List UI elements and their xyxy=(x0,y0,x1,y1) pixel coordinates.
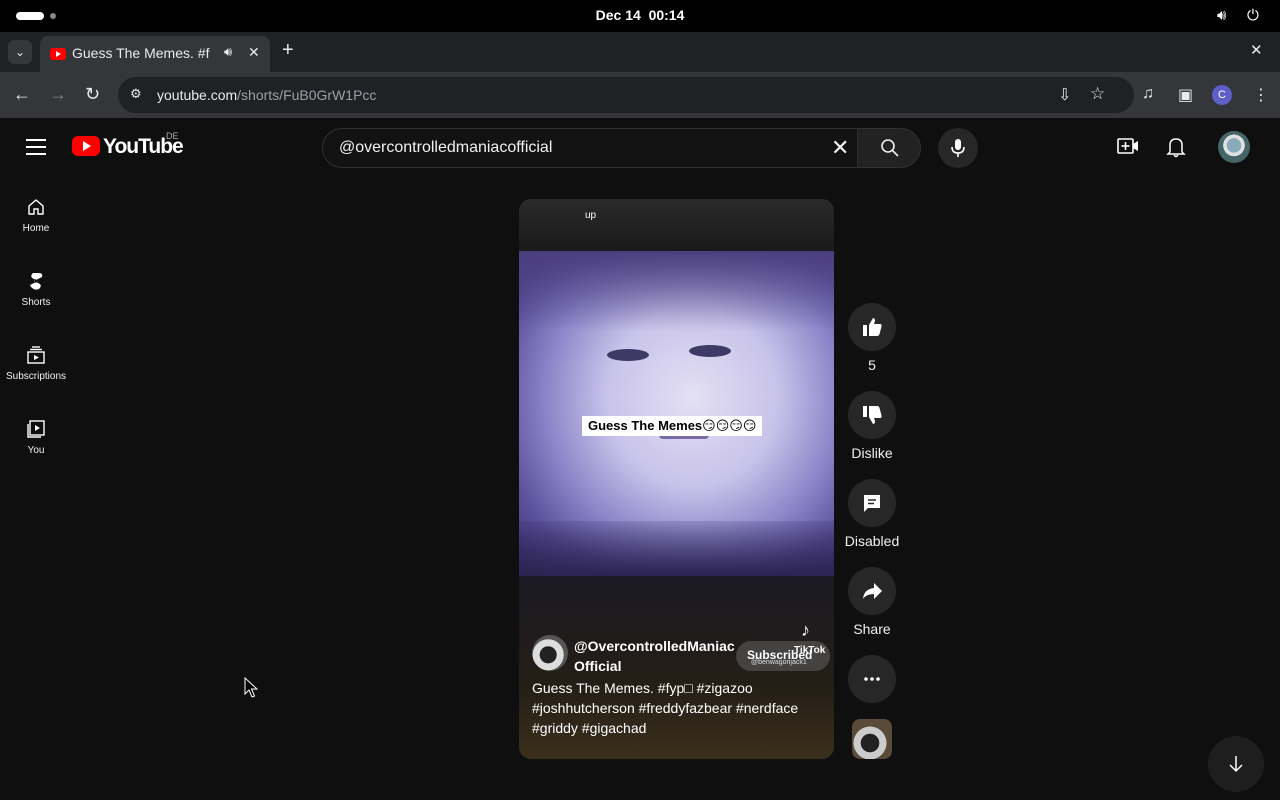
hamburger-menu-icon[interactable] xyxy=(26,139,46,155)
os-date: Dec 14 xyxy=(595,7,641,23)
dislike-label: Dislike xyxy=(851,445,893,461)
url-host: youtube.com xyxy=(157,87,238,103)
country-code: DE xyxy=(166,131,179,141)
volume-icon[interactable]: 🔊︎ xyxy=(1217,7,1226,24)
sidebar-item-subscriptions[interactable]: Subscriptions xyxy=(0,345,72,419)
media-controls-icon[interactable]: ♫ xyxy=(1142,85,1154,103)
install-app-icon[interactable]: ⇩ xyxy=(1058,85,1071,105)
video-caption: Guess The Memes😏😏😏😏 xyxy=(582,416,763,436)
youtube-logo-icon[interactable] xyxy=(72,136,100,156)
share-button[interactable] xyxy=(848,567,896,615)
more-actions-button[interactable] xyxy=(848,655,896,703)
site-info-tune-icon[interactable]: ⚙ xyxy=(130,86,142,102)
next-short-button[interactable] xyxy=(1208,736,1264,792)
browser-toolbar: ← → ↻ ⚙ youtube.com/shorts/FuB0GrW1Pcc ⇩… xyxy=(0,72,1280,118)
video-right-eye xyxy=(689,345,731,357)
sidebar-item-label: Home xyxy=(22,223,50,234)
search-button[interactable] xyxy=(857,128,921,168)
browser-tab-active[interactable]: Guess The Memes. #f 🔊︎ ✕ xyxy=(40,36,270,72)
tab-audio-speaker-icon[interactable]: 🔊︎ xyxy=(224,44,232,60)
channel-avatar[interactable] xyxy=(532,635,568,671)
sidebar-item-label: You xyxy=(27,445,45,456)
comments-button[interactable] xyxy=(848,479,896,527)
shorts-icon xyxy=(30,273,43,290)
comment-icon xyxy=(864,495,880,512)
tiktok-logo-icon: ♪ xyxy=(801,620,810,640)
sidebar-item-home[interactable]: Home xyxy=(0,197,72,271)
microphone-icon xyxy=(951,139,965,157)
video-collar xyxy=(519,521,834,576)
search-input[interactable]: @overcontrolledmaniacofficial xyxy=(339,139,552,157)
sidebar-item-you[interactable]: You xyxy=(0,419,72,493)
back-arrow-icon[interactable]: ← xyxy=(13,84,31,105)
address-bar[interactable]: ⚙ youtube.com/shorts/FuB0GrW1Pcc ⇩ ☆ xyxy=(118,77,1134,113)
sidebar-item-shorts[interactable]: Shorts xyxy=(0,271,72,345)
reload-icon[interactable]: ↻ xyxy=(85,84,100,105)
more-horizontal-icon xyxy=(864,677,880,681)
video-description[interactable]: Guess The Memes. #fyp□ #zigazoo #joshhut… xyxy=(532,678,822,738)
clear-search-icon[interactable]: ✕ xyxy=(831,135,849,161)
video-hair-shadow xyxy=(519,251,834,331)
url-text[interactable]: youtube.com/shorts/FuB0GrW1Pcc xyxy=(157,87,376,103)
search-icon xyxy=(881,139,899,157)
you-icon xyxy=(27,420,45,438)
search-box[interactable]: @overcontrolledmaniacofficial ✕ xyxy=(322,128,858,168)
browser-tab-strip: ⌄ Guess The Memes. #f 🔊︎ ✕ + ✕ xyxy=(0,32,1280,72)
tiktok-watermark: TikTok xyxy=(794,645,826,656)
window-close-icon[interactable]: ✕ xyxy=(1250,41,1263,59)
notifications-bell-icon[interactable] xyxy=(1166,136,1186,158)
share-label: Share xyxy=(853,621,891,637)
video-frame-face xyxy=(519,251,834,576)
subscriptions-icon xyxy=(27,346,45,364)
tab-search-chevron-icon[interactable]: ⌄ xyxy=(8,40,32,64)
youtube-header: YouTube DE @overcontrolledmaniacofficial… xyxy=(0,118,1280,176)
dislike-button[interactable] xyxy=(848,391,896,439)
account-avatar[interactable] xyxy=(1218,131,1250,163)
tiktok-watermark-user: @benwagonjack1 xyxy=(751,659,807,666)
thumbs-down-icon xyxy=(863,406,882,424)
share-arrow-icon xyxy=(863,583,882,599)
like-count: 5 xyxy=(868,357,876,373)
tab-close-icon[interactable]: ✕ xyxy=(248,44,260,61)
power-icon[interactable]: ⏻ xyxy=(1247,7,1259,24)
sidebar-item-label: Subscriptions xyxy=(5,371,67,382)
os-top-bar: Dec 14 00:14 🔊︎ ⏻ xyxy=(0,0,1280,32)
sound-remix-thumbnail[interactable] xyxy=(852,719,892,759)
url-path: /shorts/FuB0GrW1Pcc xyxy=(237,87,377,103)
sidebar-item-label: Shorts xyxy=(21,297,51,308)
video-left-eye xyxy=(607,349,649,361)
mouse-cursor-icon xyxy=(244,677,258,698)
browser-profile-avatar[interactable]: C xyxy=(1212,85,1232,105)
tab-title: Guess The Memes. #f xyxy=(72,45,210,61)
new-tab-plus-icon[interactable]: + xyxy=(282,39,294,62)
like-button[interactable] xyxy=(848,303,896,351)
arrow-down-icon xyxy=(1229,756,1243,773)
browser-menu-kebab-icon[interactable]: ⋮ xyxy=(1253,85,1269,105)
os-clock[interactable]: Dec 14 00:14 xyxy=(0,7,1280,23)
channel-name[interactable]: @OvercontrolledManiac Official xyxy=(574,636,735,676)
video-overlay-top-text: up xyxy=(585,210,597,221)
side-panel-icon[interactable]: ▣ xyxy=(1178,85,1193,105)
forward-arrow-icon[interactable]: → xyxy=(49,84,67,105)
home-icon xyxy=(28,199,44,215)
create-video-icon[interactable] xyxy=(1117,137,1139,155)
bookmark-star-icon[interactable]: ☆ xyxy=(1090,84,1105,104)
video-top-region xyxy=(519,199,834,251)
os-time: 00:14 xyxy=(648,7,685,23)
comments-label: Disabled xyxy=(844,533,900,549)
youtube-favicon-icon xyxy=(50,48,66,60)
voice-search-button[interactable] xyxy=(938,128,978,168)
shorts-video-player[interactable]: up Guess The Memes😏😏😏😏 @OvercontrolledMa… xyxy=(519,199,834,759)
thumbs-up-icon xyxy=(863,318,882,336)
